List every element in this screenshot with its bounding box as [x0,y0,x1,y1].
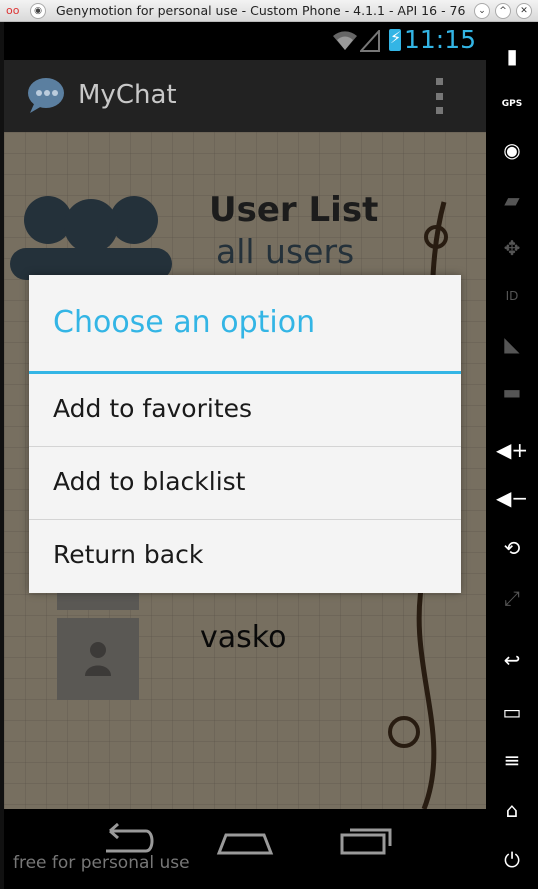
window-menu-button[interactable]: ◉ [30,3,46,19]
close-window-button[interactable]: ✕ [516,3,532,19]
recent-apps-icon[interactable] [338,821,396,857]
home-button-icon[interactable]: ⌂ [496,794,528,826]
sms-icon[interactable]: ▬ [496,376,528,408]
back-button-icon[interactable]: ↩ [496,644,528,676]
power-icon[interactable]: ⏻ [496,844,528,876]
network-icon[interactable]: ◣ [496,328,528,360]
menu-button-icon[interactable]: ≡ [496,744,528,776]
gps-icon[interactable]: GPS [496,88,528,120]
screencast-icon[interactable]: ▰ [496,184,528,216]
volume-up-icon[interactable]: ◀+ [496,434,528,466]
option-return-back[interactable]: Return back [29,520,461,593]
charging-bolt-icon: ⚡ [390,28,402,47]
options-dialog: Choose an option Add to favorites Add to… [29,275,461,593]
maximize-button[interactable]: ^ [495,3,511,19]
option-label: Return back [53,540,204,569]
recent-apps-button-icon[interactable]: ▭ [496,696,528,728]
option-label: Add to favorites [53,394,253,423]
status-clock: 11:15 [403,25,476,54]
emulator-side-panel: ▮ GPS ◉ ▰ ✥ ID ◣ ▬ ◀+ ◀− ⟲ ⤢ ↩ ▭ ≡ ⌂ ⏻ [486,22,538,889]
signal-icon [360,30,380,52]
option-add-to-favorites[interactable]: Add to favorites [29,374,461,447]
minimize-button[interactable]: ⌄ [474,3,490,19]
chat-bubble-logo-icon[interactable] [26,76,66,114]
home-icon[interactable] [216,821,274,857]
genymotion-logo-icon: oo [6,4,20,17]
phone-screen: ⚡ 11:15 MyChat User List all users vasko… [4,22,486,889]
navigation-bar: free for personal use [4,809,486,889]
remote-control-icon[interactable]: ✥ [496,232,528,264]
dialog-title: Choose an option [53,305,316,340]
back-icon[interactable] [96,821,154,857]
action-bar: MyChat [4,60,486,132]
wifi-icon [333,31,357,50]
rotate-icon[interactable]: ⟲ [496,532,528,564]
webcam-icon[interactable]: ◉ [496,134,528,166]
overflow-menu-icon[interactable] [436,78,444,114]
watermark-text: free for personal use [13,853,190,873]
window-title-bar: oo ◉ Genymotion for personal use - Custo… [0,0,538,22]
volume-down-icon[interactable]: ◀− [496,482,528,514]
scale-icon[interactable]: ⤢ [496,582,528,614]
device-id-icon[interactable]: ID [496,280,528,312]
window-title: Genymotion for personal use - Custom Pho… [56,3,466,18]
app-title: MyChat [78,80,177,110]
battery-widget-icon[interactable]: ▮ [496,40,528,72]
option-label: Add to blacklist [53,467,246,496]
status-bar: ⚡ 11:15 [4,22,486,60]
option-add-to-blacklist[interactable]: Add to blacklist [29,447,461,520]
